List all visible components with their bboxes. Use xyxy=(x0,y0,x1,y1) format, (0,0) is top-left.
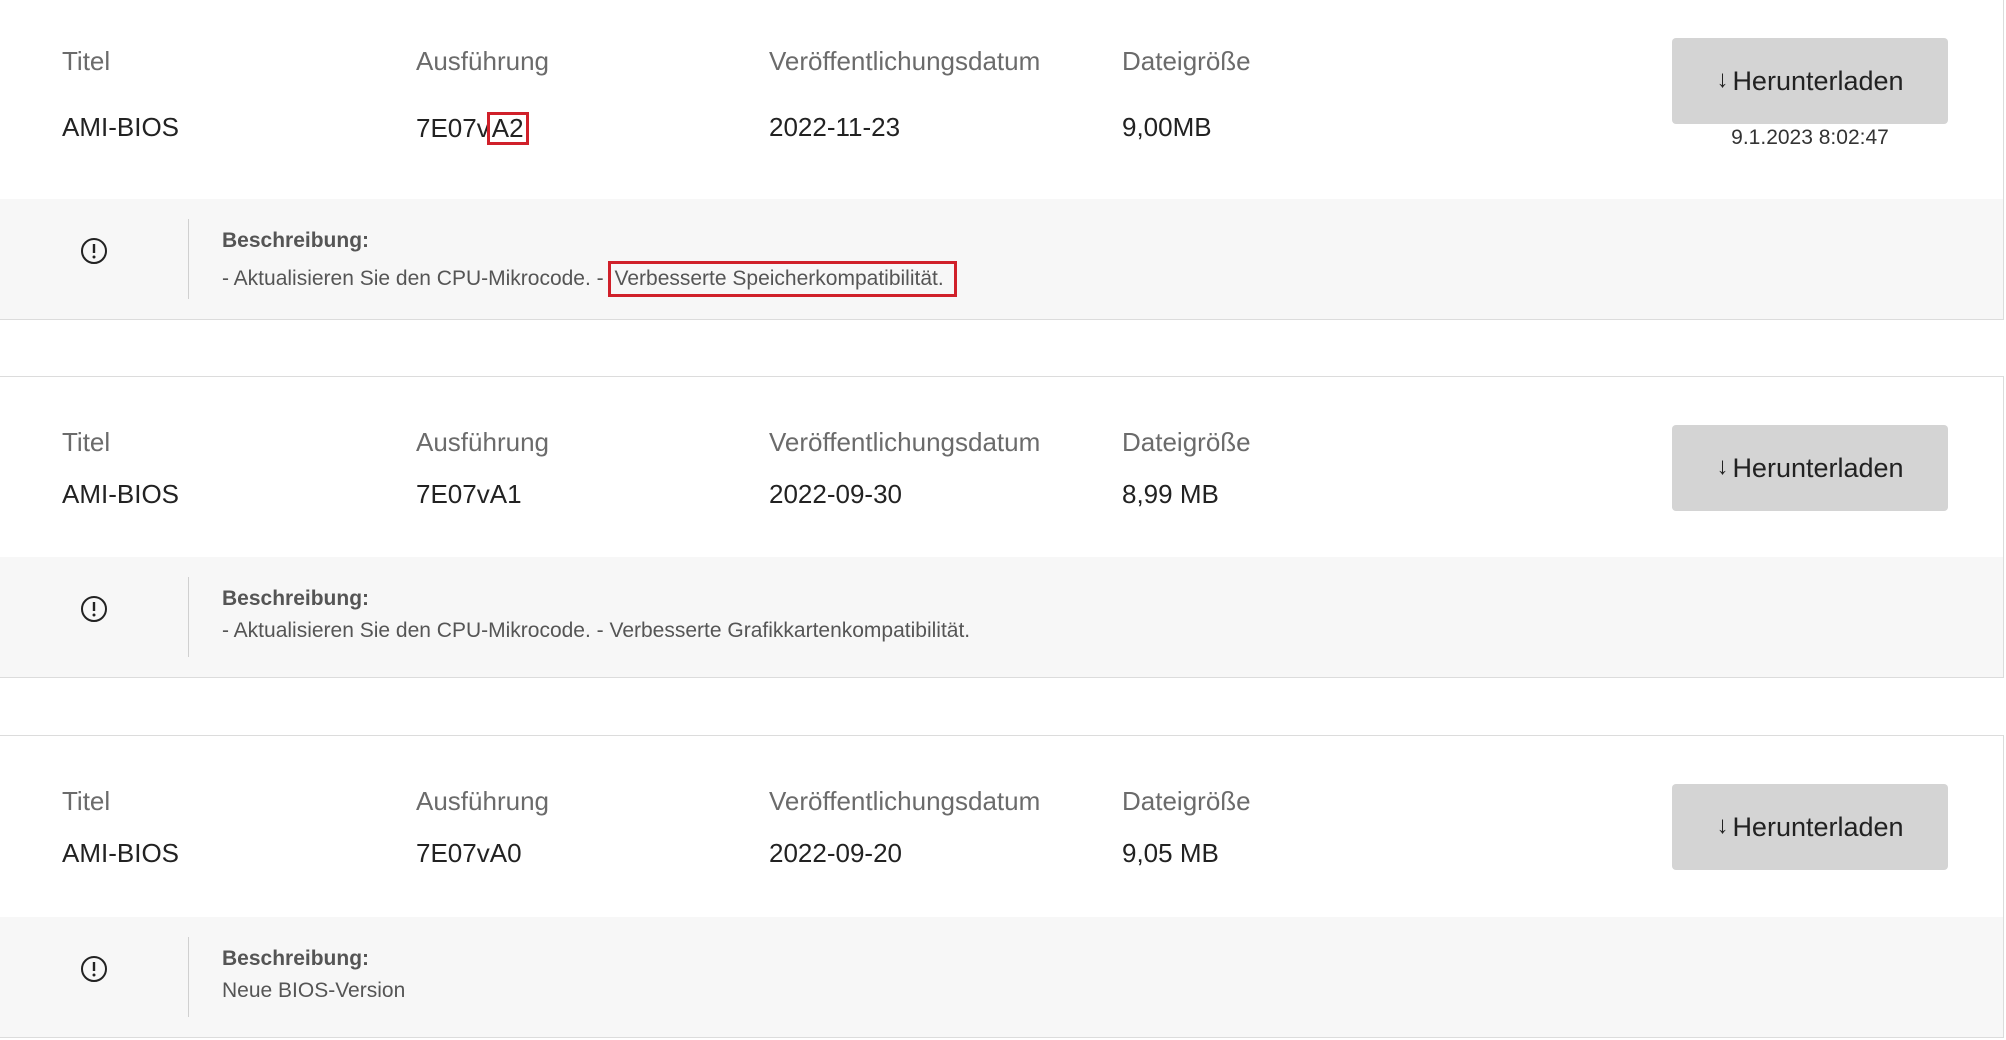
version-value: 7E07vA1 xyxy=(416,479,522,509)
description-divider xyxy=(188,577,189,657)
release-card: Titel AMI-BIOS Ausführung 7E07vA1 Veröff… xyxy=(0,376,2004,678)
exclamation-circle-icon xyxy=(80,595,108,623)
title-label: Titel xyxy=(62,786,111,816)
date-label: Veröffentlichungsdatum xyxy=(769,46,1041,76)
download-arrow-icon: ↓ xyxy=(1716,812,1729,839)
description-text: - Aktualisieren Sie den CPU-Mikrocode. -… xyxy=(222,619,971,642)
version-label: Ausführung xyxy=(416,46,549,76)
version-value: 7E07vA0 xyxy=(416,838,522,868)
date-value: 2022-11-23 xyxy=(769,112,901,142)
description-title: Beschreibung: xyxy=(222,947,370,970)
download-arrow-icon: ↓ xyxy=(1716,453,1729,480)
download-button[interactable]: ↓ Herunterladen xyxy=(1672,784,1948,870)
title-value: AMI-BIOS xyxy=(62,479,180,509)
download-timestamp: 9.1.2023 8:02:47 xyxy=(1731,126,1889,149)
exclamation-circle-icon xyxy=(80,237,108,265)
description-text: - Aktualisieren Sie den CPU-Mikrocode. -… xyxy=(222,261,957,297)
size-label: Dateigröße xyxy=(1122,46,1251,76)
description-panel: Beschreibung: Neue BIOS-Version xyxy=(0,917,2003,1037)
description-panel: Beschreibung: - Aktualisieren Sie den CP… xyxy=(0,199,2003,319)
title-value: AMI-BIOS xyxy=(62,112,180,142)
description-prefix: - Aktualisieren Sie den CPU-Mikrocode. - xyxy=(222,267,604,290)
version-prefix: 7E07v xyxy=(416,113,490,143)
release-header: Titel AMI-BIOS Ausführung 7E07vA1 Veröff… xyxy=(0,377,2003,559)
title-label: Titel xyxy=(62,427,111,457)
download-label: Herunterladen xyxy=(1732,452,1904,483)
description-divider xyxy=(188,937,189,1017)
size-label: Dateigröße xyxy=(1122,786,1251,816)
download-button[interactable]: ↓ Herunterladen xyxy=(1672,425,1948,511)
date-label: Veröffentlichungsdatum xyxy=(769,427,1041,457)
description-panel: Beschreibung: - Aktualisieren Sie den CP… xyxy=(0,557,2003,677)
release-header: Titel AMI-BIOS Ausführung 7E07vA2 Veröff… xyxy=(0,0,2003,198)
download-arrow-icon: ↓ xyxy=(1716,66,1729,93)
description-title: Beschreibung: xyxy=(222,587,370,610)
bios-download-list: Titel AMI-BIOS Ausführung 7E07vA2 Veröff… xyxy=(0,0,2006,1040)
release-card: Titel AMI-BIOS Ausführung 7E07vA2 Veröff… xyxy=(0,0,2004,320)
date-value: 2022-09-20 xyxy=(769,838,902,868)
download-label: Herunterladen xyxy=(1732,811,1904,842)
version-highlight-box: A2 xyxy=(486,112,529,146)
date-label: Veröffentlichungsdatum xyxy=(769,786,1041,816)
title-label: Titel xyxy=(62,46,111,76)
version-value: 7E07vA2 xyxy=(416,112,529,146)
release-card: Titel AMI-BIOS Ausführung 7E07vA0 Veröff… xyxy=(0,735,2004,1038)
version-label: Ausführung xyxy=(416,786,549,816)
description-title: Beschreibung: xyxy=(222,229,370,252)
size-value: 9,00MB xyxy=(1122,112,1212,142)
size-value: 9,05 MB xyxy=(1122,838,1219,868)
description-highlight-box: Verbesserte Speicherkompatibilität. xyxy=(607,261,957,297)
version-label: Ausführung xyxy=(416,427,549,457)
description-divider xyxy=(188,219,189,299)
title-value: AMI-BIOS xyxy=(62,838,180,868)
date-value: 2022-09-30 xyxy=(769,479,902,509)
description-text: Neue BIOS-Version xyxy=(222,979,406,1002)
download-label: Herunterladen xyxy=(1732,65,1904,96)
size-label: Dateigröße xyxy=(1122,427,1251,457)
release-header: Titel AMI-BIOS Ausführung 7E07vA0 Veröff… xyxy=(0,736,2003,918)
exclamation-circle-icon xyxy=(80,955,108,983)
size-value: 8,99 MB xyxy=(1122,479,1219,509)
download-button[interactable]: ↓ Herunterladen xyxy=(1672,38,1948,124)
